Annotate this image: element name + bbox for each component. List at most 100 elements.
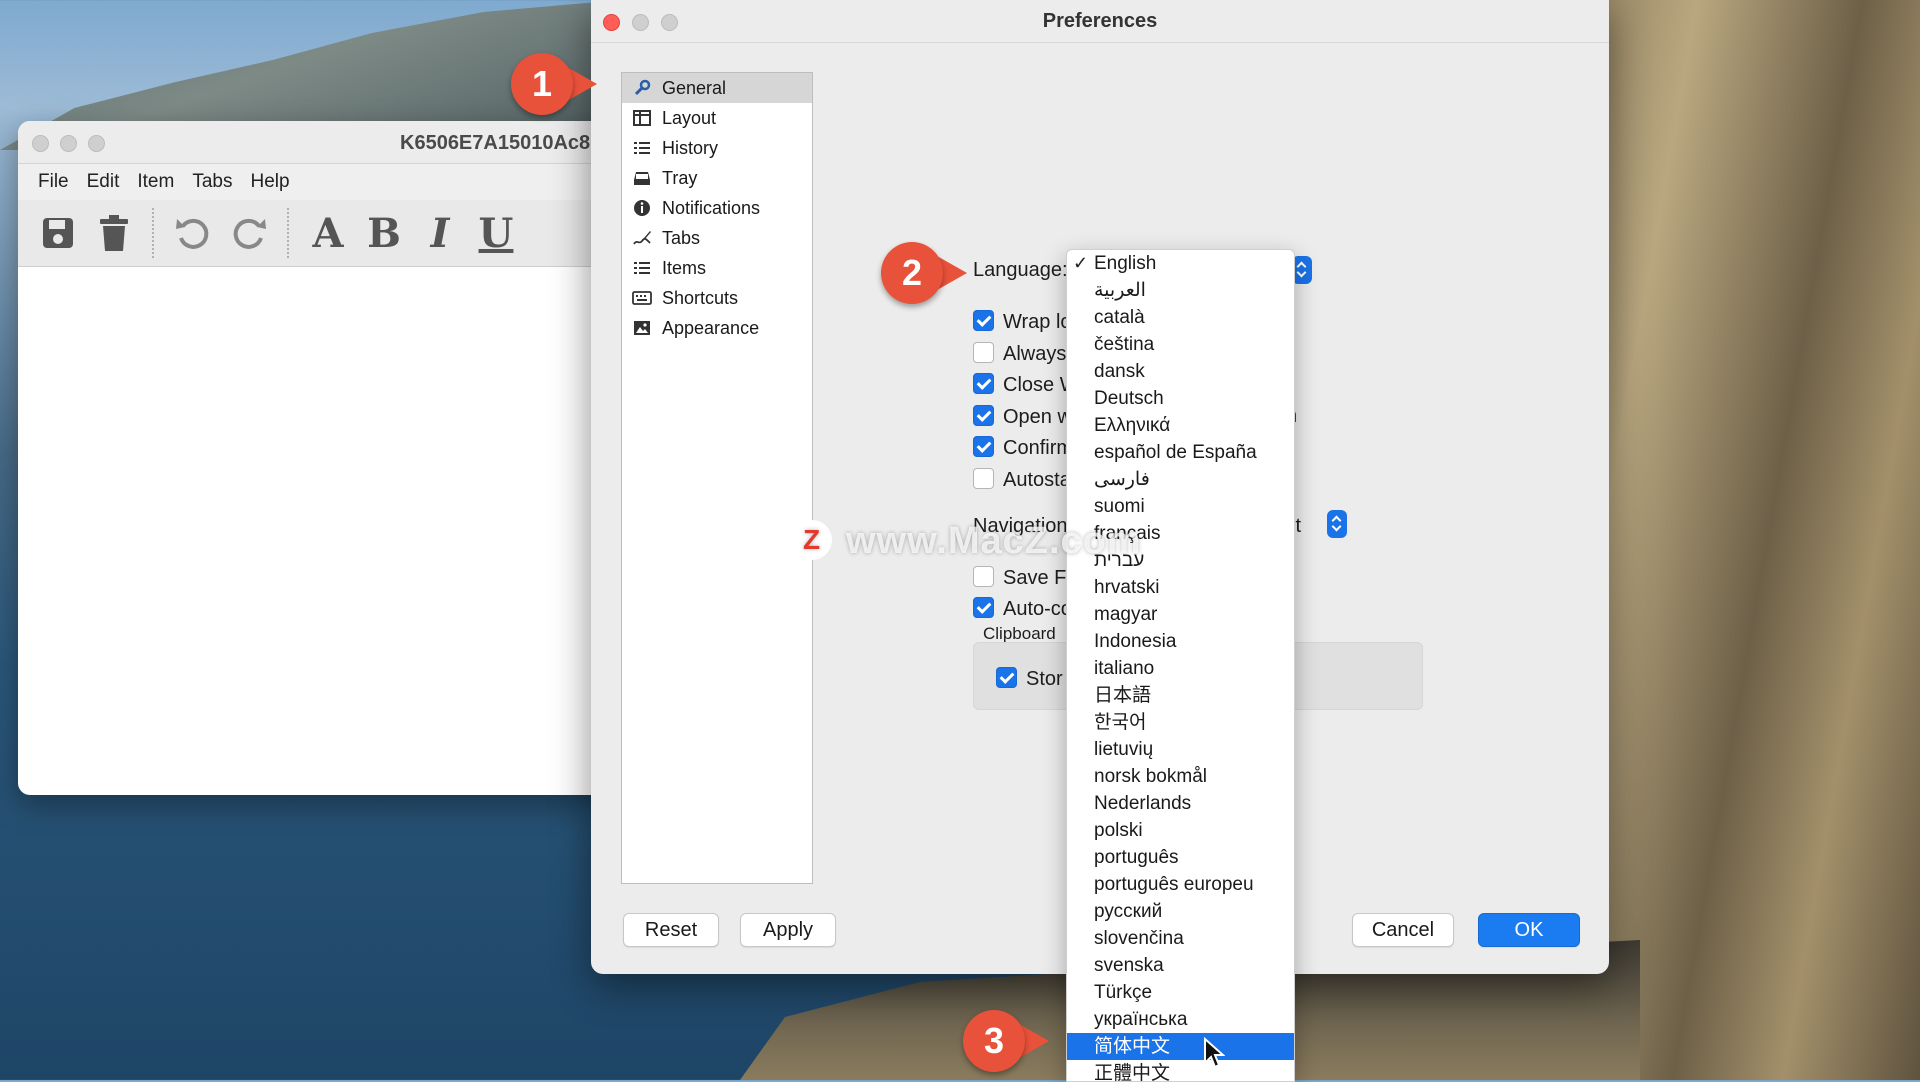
tray-icon: [632, 168, 652, 188]
checkbox[interactable]: [973, 310, 994, 331]
signature-icon: [632, 228, 652, 248]
font-icon[interactable]: A: [300, 205, 356, 261]
autostart-option[interactable]: Autosta: [973, 468, 1071, 492]
checkbox[interactable]: [973, 468, 994, 489]
checkbox[interactable]: [973, 566, 994, 587]
checkbox[interactable]: [973, 597, 994, 618]
checkbox[interactable]: [973, 405, 994, 426]
language-option[interactable]: español de España: [1067, 439, 1294, 466]
toolbar-separator: [152, 208, 155, 258]
sidebar-item-items[interactable]: Items: [622, 253, 812, 283]
language-option[interactable]: hrvatski: [1067, 574, 1294, 601]
menu-tabs[interactable]: Tabs: [192, 171, 232, 193]
callout-2: 2: [881, 242, 967, 304]
language-option[interactable]: العربية: [1067, 277, 1294, 304]
bold-icon[interactable]: B: [356, 205, 412, 261]
language-option[interactable]: 日本語: [1067, 682, 1294, 709]
navigation-select-stepper[interactable]: [1327, 510, 1347, 538]
preferences-titlebar: Preferences: [591, 0, 1609, 43]
option-label: Save Fi: [1003, 567, 1071, 589]
save-icon[interactable]: [30, 205, 86, 261]
language-option[interactable]: Ελληνικά: [1067, 412, 1294, 439]
language-option[interactable]: українська: [1067, 1006, 1294, 1033]
sidebar-item-label: History: [662, 137, 719, 158]
sidebar-item-appearance[interactable]: Appearance: [622, 313, 812, 343]
language-option[interactable]: Indonesia: [1067, 628, 1294, 655]
language-option[interactable]: magyar: [1067, 601, 1294, 628]
language-option[interactable]: Türkçe: [1067, 979, 1294, 1006]
checkbox[interactable]: [973, 342, 994, 363]
sidebar-item-layout[interactable]: Layout: [622, 103, 812, 133]
store-option[interactable]: Stor: [996, 667, 1063, 691]
language-option[interactable]: 한국어: [1067, 709, 1294, 736]
preferences-title: Preferences: [1042, 10, 1158, 32]
redo-icon[interactable]: [221, 205, 277, 261]
image-icon: [632, 318, 652, 338]
list-icon: [632, 258, 652, 278]
language-option[interactable]: svenska: [1067, 952, 1294, 979]
close-option[interactable]: Close W: [973, 373, 1079, 397]
sidebar-item-notifications[interactable]: Notifications: [622, 193, 812, 223]
watermark: Zwww.MacZ.com: [792, 520, 1142, 563]
undo-icon[interactable]: [165, 205, 221, 261]
checkbox[interactable]: [996, 667, 1017, 688]
open-option[interactable]: Open w: [973, 405, 1072, 429]
minimize-window-button[interactable]: [60, 135, 77, 152]
watermark-logo: Z: [792, 520, 832, 560]
apply-button[interactable]: Apply: [740, 913, 836, 947]
sidebar-item-shortcuts[interactable]: Shortcuts: [622, 283, 812, 313]
language-option[interactable]: Deutsch: [1067, 385, 1294, 412]
sidebar-item-label: Notifications: [662, 197, 761, 218]
desktop-cliff: [1560, 0, 1920, 1080]
cancel-button[interactable]: Cancel: [1352, 913, 1454, 947]
wrap-option[interactable]: Wrap lo: [973, 310, 1072, 334]
language-option[interactable]: Nederlands: [1067, 790, 1294, 817]
language-option[interactable]: català: [1067, 304, 1294, 331]
language-option[interactable]: norsk bokmål: [1067, 763, 1294, 790]
language-option[interactable]: čeština: [1067, 331, 1294, 358]
sidebar-item-label: Layout: [662, 107, 717, 128]
ok-button[interactable]: OK: [1478, 913, 1580, 947]
menu-help[interactable]: Help: [250, 171, 289, 193]
italic-icon[interactable]: I: [412, 205, 468, 261]
zoom-window-button[interactable]: [88, 135, 105, 152]
language-option[interactable]: dansk: [1067, 358, 1294, 385]
menu-file[interactable]: File: [38, 171, 69, 193]
language-option-highlighted[interactable]: 简体中文: [1067, 1033, 1294, 1060]
clipboard-group-label: Clipboard: [983, 624, 1056, 643]
language-option[interactable]: 正體中文: [1067, 1060, 1294, 1081]
option-label: Auto-co: [1003, 598, 1072, 620]
sidebar-item-tray[interactable]: Tray: [622, 163, 812, 193]
sidebar-item-tabs[interactable]: Tabs: [622, 223, 812, 253]
underline-icon[interactable]: U: [468, 205, 524, 261]
language-option[interactable]: lietuvių: [1067, 736, 1294, 763]
callout-1: 1: [511, 53, 597, 115]
language-label: Language:: [973, 259, 1068, 281]
menu-item[interactable]: Item: [137, 171, 174, 193]
sidebar-item-general[interactable]: General: [622, 73, 812, 103]
reset-button[interactable]: Reset: [623, 913, 719, 947]
language-select-stepper[interactable]: [1292, 256, 1312, 284]
confirm-option[interactable]: Confirm: [973, 436, 1073, 460]
checkbox[interactable]: [973, 373, 994, 394]
language-option[interactable]: italiano: [1067, 655, 1294, 682]
language-option[interactable]: português europeu: [1067, 871, 1294, 898]
close-window-button[interactable]: [32, 135, 49, 152]
autocomplete-option[interactable]: Auto-co: [973, 597, 1072, 621]
sidebar-item-history[interactable]: History: [622, 133, 812, 163]
checkbox[interactable]: [973, 436, 994, 457]
always-option[interactable]: Always: [973, 342, 1066, 366]
menu-edit[interactable]: Edit: [87, 171, 120, 193]
save-option[interactable]: Save Fi: [973, 566, 1071, 590]
language-option[interactable]: suomi: [1067, 493, 1294, 520]
language-option[interactable]: русский: [1067, 898, 1294, 925]
language-option[interactable]: English: [1067, 250, 1294, 277]
language-option[interactable]: português: [1067, 844, 1294, 871]
editor-toolbar: A B I U: [18, 200, 658, 267]
editor-menubar: File Edit Item Tabs Help: [18, 164, 658, 200]
language-option[interactable]: polski: [1067, 817, 1294, 844]
language-option[interactable]: فارسی: [1067, 466, 1294, 493]
option-label: Stor: [1026, 668, 1063, 690]
trash-icon[interactable]: [86, 205, 142, 261]
language-option[interactable]: slovenčina: [1067, 925, 1294, 952]
